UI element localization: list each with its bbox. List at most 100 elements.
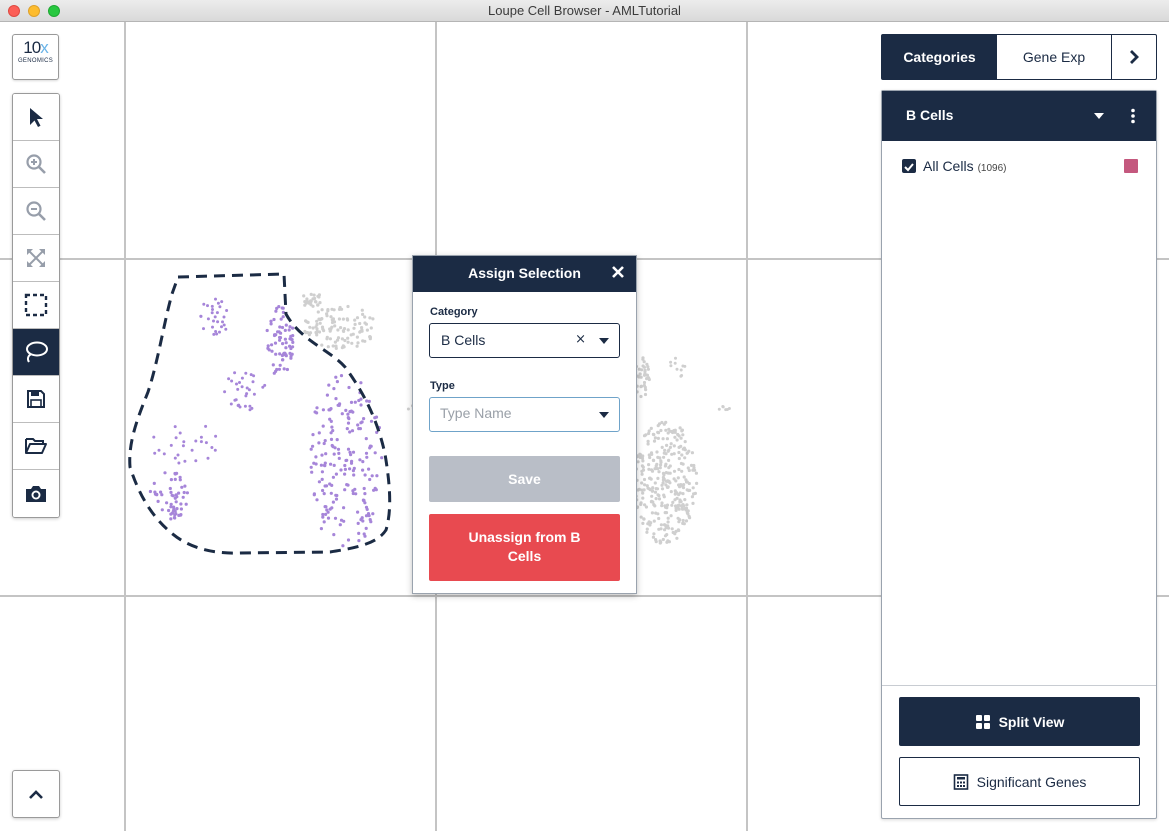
cell-point xyxy=(640,456,645,460)
cell-point xyxy=(335,438,339,442)
cell-point xyxy=(244,371,248,375)
color-swatch[interactable] xyxy=(1124,159,1138,173)
tab-gene-exp[interactable]: Gene Exp xyxy=(997,35,1112,79)
cell-point xyxy=(657,422,662,426)
cell-point xyxy=(655,487,660,491)
clear-icon[interactable]: × xyxy=(575,332,586,347)
cell-point xyxy=(270,343,274,347)
cell-point xyxy=(346,538,351,542)
cell-point xyxy=(206,304,209,308)
type-name-input[interactable] xyxy=(440,405,590,421)
scroll-up-button[interactable] xyxy=(12,770,60,818)
cell-point xyxy=(349,400,354,404)
cell-point xyxy=(691,501,695,505)
cell-point xyxy=(646,367,651,371)
cell-point xyxy=(322,492,326,496)
cell-point xyxy=(675,367,679,371)
save-button[interactable]: Save xyxy=(429,456,620,502)
cell-point xyxy=(173,516,177,520)
cell-point xyxy=(660,487,665,491)
cell-point xyxy=(167,508,171,513)
cell-point xyxy=(321,424,325,428)
select-pointer-button[interactable] xyxy=(13,94,59,141)
cell-point xyxy=(240,385,244,389)
cell-point xyxy=(352,466,356,470)
cell-point xyxy=(339,374,344,378)
cell-point xyxy=(273,341,278,345)
cell-point xyxy=(173,477,177,481)
screenshot-button[interactable] xyxy=(13,470,59,517)
cell-point xyxy=(337,317,341,321)
fit-to-view-button[interactable] xyxy=(13,235,59,282)
tab-categories[interactable]: Categories xyxy=(882,35,997,79)
cell-point xyxy=(640,472,644,476)
type-select[interactable] xyxy=(429,397,620,432)
cell-point xyxy=(314,455,318,459)
cell-point xyxy=(644,373,648,377)
cell-point xyxy=(356,510,360,514)
cell-point xyxy=(343,467,347,471)
checkbox-checked[interactable] xyxy=(902,159,916,173)
close-icon[interactable] xyxy=(610,264,626,280)
cell-point xyxy=(152,435,156,439)
cell-point xyxy=(364,526,368,530)
cell-point xyxy=(291,345,295,349)
significant-genes-button[interactable]: Significant Genes xyxy=(899,757,1140,806)
cell-point xyxy=(328,337,332,341)
cell-point xyxy=(220,300,224,304)
cell-point xyxy=(272,371,276,375)
save-button[interactable] xyxy=(13,376,59,423)
cell-point xyxy=(352,473,356,477)
unassign-button[interactable]: Unassign from B Cells xyxy=(429,514,620,581)
cell-point xyxy=(660,504,664,508)
cell-point xyxy=(169,490,173,494)
cell-point xyxy=(323,464,327,468)
cell-point xyxy=(319,527,323,531)
save-icon xyxy=(27,390,45,408)
cell-point xyxy=(659,428,663,433)
cell-point xyxy=(308,301,312,305)
cell-point xyxy=(280,306,284,310)
cell-point xyxy=(329,437,334,441)
cell-point xyxy=(325,508,329,512)
checkmark-icon xyxy=(904,163,914,172)
cell-point xyxy=(642,517,646,521)
zoom-out-button[interactable] xyxy=(13,188,59,235)
cell-point xyxy=(365,455,369,459)
split-view-button[interactable]: Split View xyxy=(899,697,1140,746)
rectangle-select-button[interactable] xyxy=(13,282,59,329)
kebab-menu-icon[interactable] xyxy=(1130,108,1136,124)
tab-next-button[interactable] xyxy=(1112,35,1156,79)
cell-point xyxy=(680,469,684,473)
category-select[interactable]: B Cells × xyxy=(429,323,620,358)
cell-point xyxy=(338,305,342,310)
cell-point xyxy=(665,443,669,447)
cell-point xyxy=(275,367,279,372)
zoom-in-button[interactable] xyxy=(13,141,59,188)
cell-point xyxy=(329,491,333,495)
chevron-down-icon[interactable] xyxy=(1094,113,1104,119)
category-header[interactable]: B Cells xyxy=(882,91,1156,141)
cell-point xyxy=(673,489,677,493)
cell-point xyxy=(284,346,288,350)
cell-point xyxy=(284,341,288,345)
unassign-label-line1: Unassign from B xyxy=(468,529,581,545)
cell-point xyxy=(324,512,328,516)
cell-point xyxy=(679,374,683,378)
cell-point xyxy=(236,387,240,391)
cell-point xyxy=(225,309,229,312)
cell-point xyxy=(691,486,695,490)
cell-point xyxy=(169,512,173,516)
cluster-row[interactable]: All Cells (1096) xyxy=(902,158,1142,176)
cell-point xyxy=(653,490,658,494)
open-folder-button[interactable] xyxy=(13,423,59,470)
calculator-icon xyxy=(953,773,968,790)
cell-point xyxy=(222,315,226,319)
cell-point xyxy=(238,381,241,384)
category-value: B Cells xyxy=(441,332,486,348)
cell-point xyxy=(330,425,334,429)
chevron-down-icon[interactable] xyxy=(599,412,609,418)
cell-point xyxy=(676,528,681,532)
chevron-down-icon[interactable] xyxy=(599,338,609,344)
lasso-select-button[interactable] xyxy=(13,329,59,376)
